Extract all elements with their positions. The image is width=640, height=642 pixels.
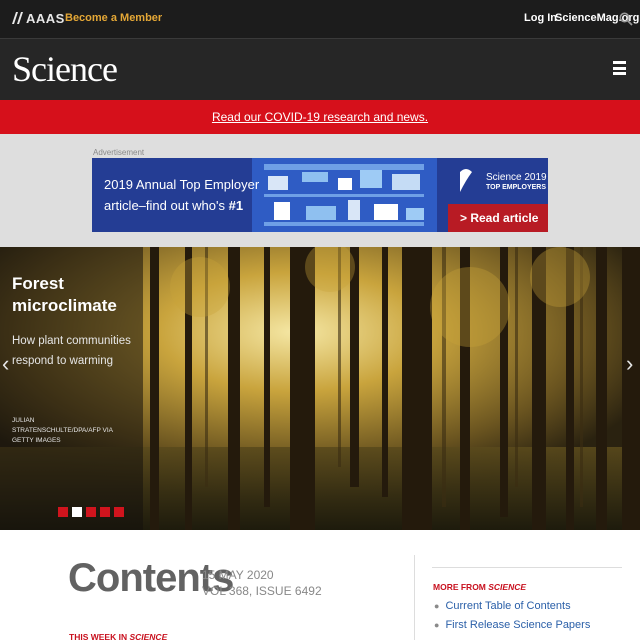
carousel-dot[interactable]: [100, 507, 110, 517]
ad-banner[interactable]: 2019 Annual Top Employer article–find ou…: [92, 158, 548, 232]
carousel-indicators: [58, 504, 128, 517]
bullet-icon: ●: [434, 620, 440, 630]
column-divider: [414, 555, 415, 640]
issue-volume: VOL 368, ISSUE 6492: [202, 584, 322, 598]
sidebar-divider: [432, 567, 622, 568]
carousel-dot[interactable]: [58, 507, 68, 517]
first-release-link[interactable]: ● First Release Science Papers: [434, 619, 590, 631]
hero-subtitle: How plant communities respond to warming: [12, 335, 131, 367]
bullet-icon: ●: [434, 601, 440, 611]
aaas-logo[interactable]: AAAS: [12, 11, 65, 26]
carousel-dot[interactable]: [86, 507, 96, 517]
aaas-label: AAAS: [26, 11, 65, 26]
covid-news-link[interactable]: Read our COVID-19 research and news.: [212, 110, 428, 124]
covid-alert-banner: Read our COVID-19 research and news.: [0, 100, 640, 134]
hero-photo-credit: JULIAN STRATENSCHULTE/DPA/AFP VIA GETTY …: [12, 417, 113, 444]
top-bar: AAAS Become a Member Log In ScienceMag.o…: [0, 0, 640, 39]
this-week-heading: THIS WEEK IN SCIENCE: [69, 632, 168, 642]
current-toc-link[interactable]: ● Current Table of Contents: [434, 600, 571, 612]
search-icon[interactable]: [619, 12, 633, 26]
aaas-logo-icon: [12, 12, 23, 24]
read-article-button[interactable]: > Read article: [448, 204, 548, 232]
ad-logo-subtitle: TOP EMPLOYERS: [486, 184, 547, 191]
issue-date: 15 MAY 2020: [202, 568, 274, 582]
ad-headline-1: 2019 Annual Top Employer: [104, 177, 260, 192]
ad-headline-2: article–find out who's #1: [104, 198, 244, 213]
chevron-left-icon[interactable]: ‹: [2, 351, 18, 381]
more-from-heading: MORE FROM SCIENCE: [433, 582, 527, 592]
ad-logo-title: Science 2019: [486, 172, 547, 183]
advertisement-label: Advertisement: [93, 148, 145, 157]
become-member-link[interactable]: Become a Member: [65, 12, 162, 24]
science-logo[interactable]: Science: [12, 48, 118, 90]
chevron-right-icon[interactable]: ›: [626, 351, 640, 381]
carousel-dot[interactable]: [114, 507, 124, 517]
carousel-dot-active[interactable]: [72, 507, 82, 517]
login-link[interactable]: Log In: [524, 12, 557, 24]
hero-carousel[interactable]: Forest microclimate How plant communitie…: [0, 247, 640, 530]
menu-icon[interactable]: [613, 61, 626, 75]
hero-title[interactable]: Forest microclimate: [12, 273, 132, 317]
